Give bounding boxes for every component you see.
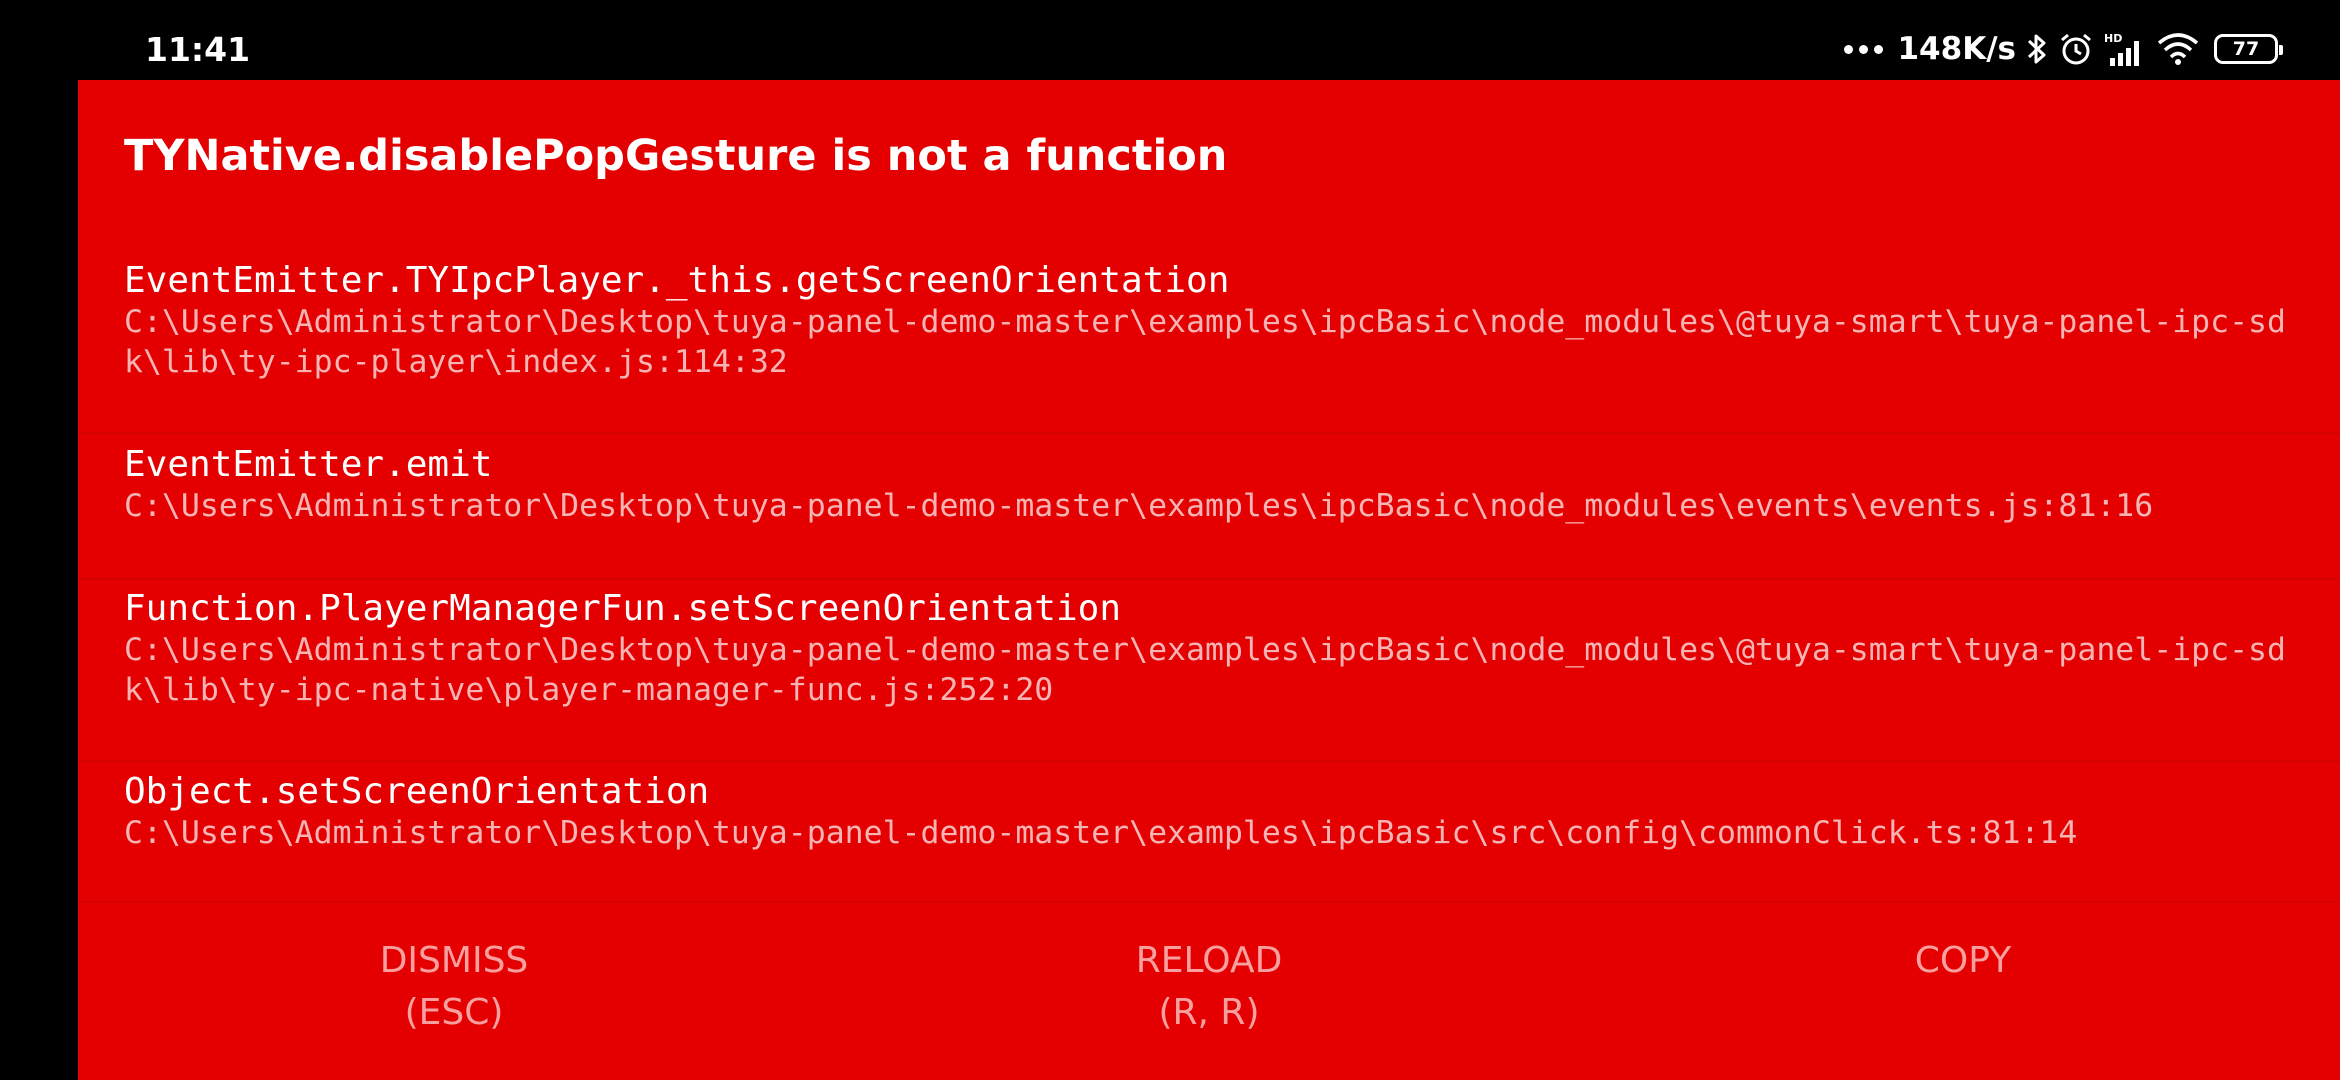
battery-icon: 77 [2214,34,2283,64]
dismiss-button[interactable]: DISMISS (ESC) [204,935,704,1039]
stack-frame[interactable]: Function.PlayerManagerFun.setScreenOrien… [78,580,2340,762]
copy-button[interactable]: COPY [1713,935,2213,987]
error-title: TYNative.disablePopGesture is not a func… [124,131,1228,181]
stack-frame[interactable]: Object.setScreenOrientation C:\Users\Adm… [78,763,2340,903]
frame-file-path: C:\Users\Administrator\Desktop\tuya-pane… [124,488,2154,524]
status-bar: 11:41 148K/s HD 77 [0,0,2340,80]
bluetooth-icon [2027,34,2046,64]
stack-frame[interactable]: EventEmitter.TYIpcPlayer._this.getScreen… [78,252,2340,434]
frame-file-path: C:\Users\Administrator\Desktop\tuya-pane… [124,304,2286,380]
reload-label: RELOAD [1135,940,1283,981]
frame-function-name: EventEmitter.emit [124,444,493,485]
frame-file-path: C:\Users\Administrator\Desktop\tuya-pane… [124,632,2286,708]
button-row: DISMISS (ESC) RELOAD (R, R) COPY [78,935,2340,1080]
alarm-icon [2061,33,2091,65]
dismiss-label: DISMISS [379,940,529,981]
frame-function-name: Function.PlayerManagerFun.setScreenOrien… [124,588,1121,629]
wifi-icon [2157,33,2199,65]
stack-frame[interactable]: EventEmitter.emit C:\Users\Administrator… [78,436,2340,580]
reload-button[interactable]: RELOAD (R, R) [959,935,1459,1039]
more-dots-icon [1844,44,1884,54]
reload-shortcut: (R, R) [1158,992,1260,1033]
status-time: 11:41 [145,30,251,69]
hd-signal-icon: HD [2104,32,2139,66]
frame-function-name: EventEmitter.TYIpcPlayer._this.getScreen… [124,260,1230,301]
svg-text:HD: HD [2104,32,2122,45]
frame-file-path: C:\Users\Administrator\Desktop\tuya-pane… [124,815,2078,851]
status-icons: 148K/s HD 77 [1844,26,2283,72]
copy-label: COPY [1914,940,2012,981]
network-speed: 148K/s [1897,31,2016,67]
redbox-error-screen: TYNative.disablePopGesture is not a func… [78,80,2340,1080]
frame-function-name: Object.setScreenOrientation [124,771,710,812]
dismiss-shortcut: (ESC) [404,992,504,1033]
